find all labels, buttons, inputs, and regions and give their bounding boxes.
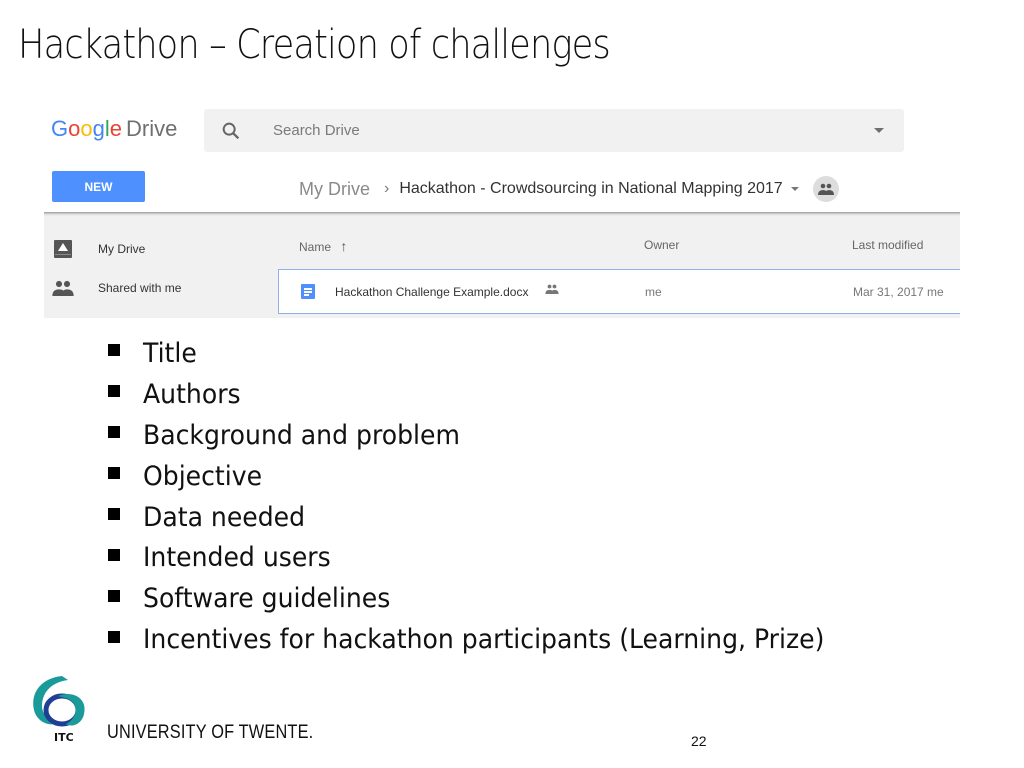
challenge-components-list: Title Authors Background and problem Obj… bbox=[108, 333, 876, 660]
google-drive-logo[interactable]: Google Drive bbox=[51, 116, 177, 142]
shared-folder-button[interactable] bbox=[812, 176, 839, 202]
breadcrumb-current-folder[interactable]: Hackathon - Crowdsourcing in National Ma… bbox=[399, 180, 782, 198]
itc-swirl-icon: ITC bbox=[33, 676, 85, 744]
list-item-text: Title bbox=[143, 337, 197, 369]
list-item: Authors bbox=[108, 374, 876, 415]
search-input[interactable]: Search Drive bbox=[273, 122, 360, 139]
page-number: 22 bbox=[691, 733, 707, 749]
university-name: UNIVERSITY OF TWENTE. bbox=[107, 722, 314, 743]
bullet-square-icon bbox=[108, 344, 120, 357]
sidebar-item-my-drive[interactable]: My Drive bbox=[52, 238, 145, 260]
search-icon[interactable] bbox=[220, 120, 242, 142]
list-item-text: Objective bbox=[143, 460, 263, 492]
list-item: Data needed bbox=[108, 497, 876, 538]
column-header-name[interactable]: Name ↑ bbox=[299, 238, 347, 254]
bullet-square-icon bbox=[108, 589, 120, 602]
list-item: Background and problem bbox=[108, 415, 876, 456]
slide-title: Hackathon – Creation of challenges bbox=[18, 22, 611, 68]
itc-logo-text: ITC bbox=[54, 731, 74, 744]
google-doc-icon bbox=[301, 284, 315, 299]
list-item: Software guidelines bbox=[108, 578, 876, 619]
chevron-right-icon: › bbox=[384, 180, 390, 197]
list-item-text: Intended users bbox=[143, 542, 331, 574]
file-last-modified: Mar 31, 2017 me bbox=[853, 285, 944, 299]
list-item-text: Background and problem bbox=[143, 419, 460, 451]
list-item: Title bbox=[108, 333, 876, 374]
file-name[interactable]: Hackathon Challenge Example.docx bbox=[335, 285, 528, 299]
new-button[interactable]: NEW bbox=[52, 171, 145, 202]
logo-letter: e bbox=[109, 116, 123, 141]
column-header-owner[interactable]: Owner bbox=[644, 238, 679, 252]
logo-letter: o bbox=[68, 116, 81, 141]
folder-dropdown-icon[interactable] bbox=[790, 187, 799, 191]
shared-icon bbox=[545, 284, 559, 294]
bullet-square-icon bbox=[108, 385, 120, 398]
list-item: Intended users bbox=[108, 537, 876, 578]
itc-logo: ITC bbox=[28, 672, 92, 744]
sort-arrow-up-icon[interactable]: ↑ bbox=[340, 238, 347, 254]
drive-icon bbox=[52, 238, 74, 260]
list-item: Objective bbox=[108, 456, 876, 497]
people-icon bbox=[817, 183, 834, 195]
sidebar-item-label: My Drive bbox=[98, 242, 146, 256]
list-item-text: Software guidelines bbox=[143, 583, 391, 615]
file-row[interactable]: Hackathon Challenge Example.docx me Mar … bbox=[278, 269, 960, 314]
google-drive-screenshot: Google Drive Search Drive NEW My Drive › … bbox=[44, 104, 960, 318]
logo-product-name: Drive bbox=[126, 116, 178, 141]
bullet-square-icon bbox=[108, 508, 120, 520]
column-header-last-modified[interactable]: Last modified bbox=[852, 238, 923, 252]
bullet-square-icon bbox=[108, 426, 120, 439]
search-bar[interactable]: Search Drive bbox=[204, 109, 904, 152]
bullet-square-icon bbox=[108, 467, 120, 480]
file-owner: me bbox=[645, 285, 662, 299]
logo-letter: o bbox=[80, 116, 93, 141]
search-options-dropdown-icon[interactable] bbox=[874, 128, 884, 133]
column-header-label: Name bbox=[299, 240, 332, 254]
drive-content: My Drive Shared with me Name ↑ Owner Las… bbox=[44, 216, 960, 318]
list-item-text: Data needed bbox=[143, 501, 306, 533]
list-item-text: Authors bbox=[143, 378, 241, 410]
sidebar-item-label: Shared with me bbox=[98, 281, 182, 295]
list-item: Incentives for hackathon participants (L… bbox=[108, 619, 876, 660]
breadcrumb: My Drive › Hackathon - Crowdsourcing in … bbox=[299, 176, 839, 202]
people-icon bbox=[52, 277, 74, 299]
bullet-square-icon bbox=[108, 630, 120, 643]
breadcrumb-my-drive[interactable]: My Drive bbox=[299, 179, 370, 200]
logo-letter: G bbox=[51, 116, 69, 141]
list-item-text: Incentives for hackathon participants (L… bbox=[143, 624, 825, 656]
sidebar-item-shared-with-me[interactable]: Shared with me bbox=[52, 277, 181, 299]
logo-letter: g bbox=[92, 116, 105, 141]
bullet-square-icon bbox=[108, 548, 120, 561]
